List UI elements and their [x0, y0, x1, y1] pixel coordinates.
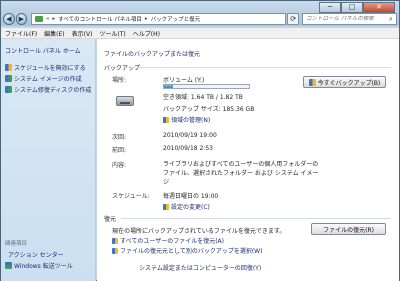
- recover-system-link[interactable]: システム設定またはコンピューターの回復(Y): [139, 263, 261, 272]
- sidebar-item-easy-transfer[interactable]: Windows 転送ツール: [5, 261, 73, 270]
- menu-tools[interactable]: ツール(T): [99, 29, 125, 38]
- address-bar[interactable]: « ▸ すべてのコントロール パネル項目 ▸ バックアップと復元: [31, 13, 287, 25]
- breadcrumb-separator: ▸: [52, 16, 56, 22]
- search-icon[interactable]: ⌕: [386, 15, 396, 24]
- sidebar-item-label: スケジュールを無効にする: [14, 65, 86, 72]
- search-input[interactable]: [305, 16, 386, 22]
- back-button[interactable]: ◀: [3, 13, 15, 25]
- next-backup-value: 2010/09/19 19:00: [163, 132, 217, 139]
- backup-now-button[interactable]: 今すぐバックアップ(B): [303, 76, 386, 88]
- location-label: 場所:: [112, 77, 127, 84]
- restore-description: 現在の場所にバックアップされているファイルを復元できます。: [112, 228, 286, 235]
- location-value: ボリューム (Y:): [163, 77, 205, 84]
- main-pane: ファイルのバックアップまたは復元 バックアップ 場所: ボリューム (Y:) 空…: [97, 39, 399, 281]
- restore-all-users-label: すべてのユーザーのファイルを復元(A): [120, 238, 225, 245]
- schedule-value: 毎週日曜日の 19:00: [163, 193, 219, 200]
- sidebar-item-label: Windows 転送ツール: [14, 263, 73, 270]
- schedule-label: スケジュール:: [112, 193, 150, 200]
- change-settings-link[interactable]: 設定の変更(C): [163, 202, 210, 211]
- breadcrumb-separator: ▸: [144, 16, 148, 22]
- repair-disc-icon: [5, 86, 12, 93]
- manage-space-label: 領域の管理(N): [171, 117, 211, 124]
- easy-transfer-icon: [5, 262, 12, 269]
- see-also-heading: 関連項目: [5, 241, 28, 247]
- next-backup-label: 次回:: [112, 134, 127, 141]
- change-settings-label: 設定の変更(C): [171, 204, 210, 211]
- control-panel-icon: [35, 16, 44, 22]
- sidebar-item-action-center[interactable]: アクション センター: [8, 250, 64, 259]
- menu-bar: ファイル(F) 編集(E) 表示(V) ツール(T) ヘルプ(H): [1, 28, 399, 39]
- contents-value: ライブラリおよびすべてのユーザーの個人用フォルダーのファイル、選択されたフォルダ…: [163, 161, 319, 186]
- sidebar-item-system-image[interactable]: システム イメージの作成: [5, 74, 82, 83]
- restore-files-button[interactable]: ファイルの復元(R): [311, 223, 386, 235]
- last-backup-label: 前回:: [112, 147, 127, 154]
- breadcrumb-current[interactable]: バックアップと復元: [151, 15, 201, 23]
- title-bar: ─ □ ✕ ◀ ▶ « ▸ すべてのコントロール パネル項目 ▸ バックアップと…: [1, 1, 399, 26]
- restore-all-users-link[interactable]: すべてのユーザーのファイルを復元(A): [112, 236, 224, 245]
- menu-edit[interactable]: 編集(E): [44, 29, 64, 38]
- forward-button[interactable]: ▶: [15, 13, 28, 25]
- shield-icon: [308, 78, 316, 86]
- breadcrumb-all-items[interactable]: すべてのコントロール パネル項目: [58, 15, 142, 23]
- backup-size-text: バックアップ サイズ: 185.36 GB: [163, 106, 255, 113]
- backup-restore-window: ─ □ ✕ ◀ ▶ « ▸ すべてのコントロール パネル項目 ▸ バックアップと…: [0, 0, 400, 281]
- manage-space-link[interactable]: 領域の管理(N): [163, 115, 210, 124]
- menu-view[interactable]: 表示(V): [72, 29, 93, 38]
- sidebar-home-link[interactable]: コントロール パネル ホーム: [5, 46, 81, 55]
- refresh-button[interactable]: ⟳: [287, 13, 299, 25]
- system-image-icon: [5, 75, 12, 82]
- sidebar: コントロール パネル ホーム スケジュールを無効にする システム イメージの作成…: [1, 39, 96, 281]
- divider: [121, 218, 391, 219]
- restore-section-heading: 復元: [104, 216, 117, 223]
- menu-help[interactable]: ヘルプ(H): [133, 29, 160, 38]
- backup-now-label: 今すぐバックアップ(B): [317, 79, 381, 87]
- shield-icon: [163, 204, 169, 210]
- sidebar-item-repair-disc[interactable]: システム修復ディスクの作成: [5, 85, 91, 94]
- page-title: ファイルのバックアップまたは復元: [104, 51, 201, 58]
- disk-usage-bar: [163, 84, 250, 89]
- select-other-backup-label: ファイルの復元元として別のバックアップを選択(W): [120, 248, 263, 255]
- sidebar-item-label: システム修復ディスクの作成: [14, 87, 92, 94]
- shield-icon: [112, 238, 118, 244]
- shield-icon: [5, 64, 12, 71]
- contents-label: 内容:: [112, 162, 127, 169]
- last-backup-value: 2010/09/18 2:53: [163, 145, 213, 152]
- divider: [131, 67, 391, 68]
- drive-icon: [116, 96, 134, 106]
- free-space-text: 空き領域: 1.64 TB / 1.82 TB: [163, 94, 243, 101]
- address-row: ◀ ▶ « ▸ すべてのコントロール パネル項目 ▸ バックアップと復元 ⟳ ⌕: [3, 12, 397, 26]
- sidebar-item-label: システム イメージの作成: [14, 76, 82, 83]
- search-box[interactable]: ⌕: [301, 13, 397, 25]
- select-other-backup-link[interactable]: ファイルの復元元として別のバックアップを選択(W): [112, 246, 262, 255]
- disk-usage-fill: [164, 85, 173, 88]
- sidebar-item-disable-schedule[interactable]: スケジュールを無効にする: [5, 63, 86, 72]
- shield-icon: [112, 248, 118, 254]
- breadcrumb-overflow[interactable]: «: [46, 16, 49, 22]
- menu-file[interactable]: ファイル(F): [5, 29, 37, 38]
- shield-icon: [163, 117, 169, 123]
